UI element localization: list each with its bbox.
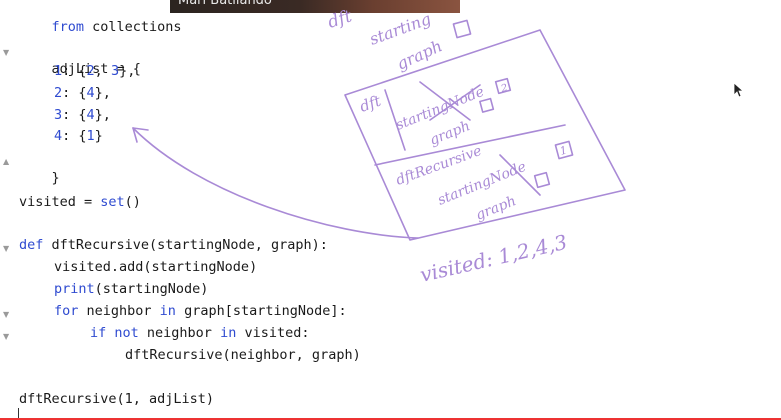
annotation-text: graph (428, 118, 473, 149)
mouse-cursor-icon (733, 82, 745, 98)
annotation-text: dft (325, 6, 354, 32)
value-box (452, 19, 472, 39)
annotation-text: startingNode (394, 84, 487, 134)
annotation-text: dft (357, 91, 384, 115)
annotation-text: 1 (558, 144, 568, 158)
handwritten-annotations: dft starting graph dft startingNode 2 gr… (132, 6, 626, 287)
annotation-text: graph (474, 193, 519, 224)
annotation-text: visited: 1,2,4,3 (418, 230, 570, 287)
pointer-arrow (132, 127, 419, 239)
value-box (533, 171, 551, 189)
annotation-text: graph (394, 36, 446, 73)
value-box (479, 97, 495, 113)
